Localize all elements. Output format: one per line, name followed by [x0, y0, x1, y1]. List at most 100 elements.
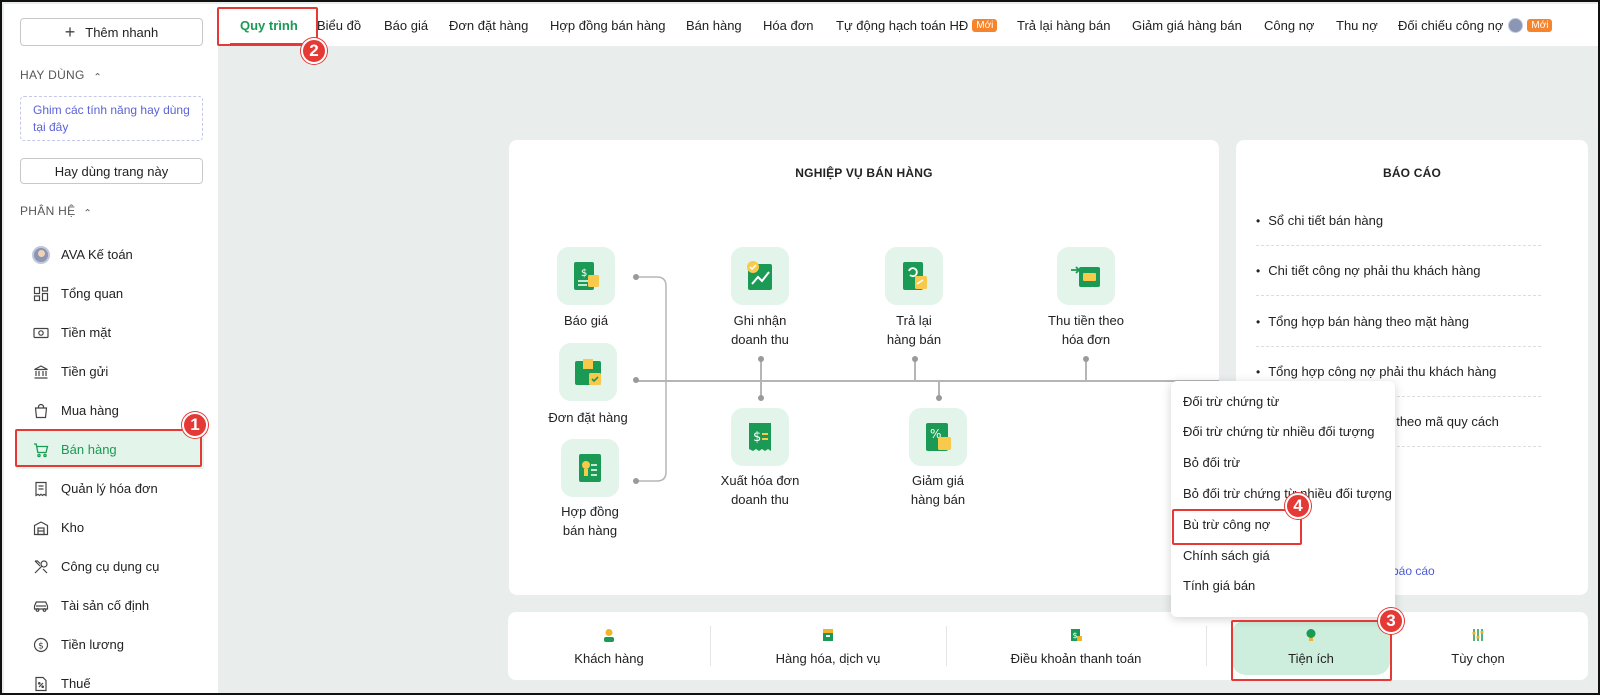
- quick-add-button[interactable]: + Thêm nhanh: [20, 18, 203, 46]
- bank-icon: [32, 363, 50, 381]
- chevron-up-icon: ⌄: [92, 69, 102, 81]
- node-text: Ghi nhận: [733, 313, 787, 328]
- tab-returns[interactable]: Trả lại hàng bán: [1017, 4, 1110, 46]
- tab-label: Báo giá: [384, 17, 429, 33]
- report-link[interactable]: Tổng hợp bán hàng theo mặt hàng: [1256, 297, 1541, 347]
- shopping-bag-icon: [32, 402, 50, 420]
- sidebar-item-ava[interactable]: AVA Kế toán: [16, 235, 204, 274]
- sidebar-item-fixed-assets[interactable]: Tài sản cố định: [16, 586, 204, 625]
- report-link[interactable]: Chi tiết công nợ phải thu khách hàng: [1256, 246, 1541, 296]
- tab-bar: Quy trình Biểu đồ Báo giá Đơn đặt hàng H…: [218, 4, 1598, 46]
- quote-node-label[interactable]: Báo giá: [531, 311, 641, 330]
- tab-label: Hợp đồng bán hàng: [550, 17, 666, 33]
- bottom-label: Điều khoản thanh toán: [1010, 650, 1142, 666]
- tab-orders[interactable]: Đơn đặt hàng: [449, 4, 528, 46]
- flow-tick: [1085, 360, 1087, 380]
- node-text: Trả lại: [896, 313, 932, 328]
- sidebar-item-label: Thuế: [61, 676, 91, 691]
- tab-label: Đối chiếu công nợ: [1398, 17, 1504, 33]
- new-badge: Mới: [972, 18, 998, 32]
- frequent-page-button[interactable]: Hay dùng trang này: [20, 158, 203, 184]
- tools-icon: [32, 558, 50, 576]
- report-label: Sổ chi tiết bán hàng: [1268, 213, 1384, 228]
- flow-tick: [760, 360, 762, 380]
- goods-services-button[interactable]: Hàng hóa, dịch vụ: [710, 612, 946, 680]
- tab-debt-reconciliation[interactable]: Đối chiếu công nợ Mới: [1398, 4, 1553, 46]
- revenue-recognition-icon[interactable]: [731, 247, 789, 305]
- issue-invoice-icon[interactable]: $: [731, 408, 789, 466]
- sidebar-item-warehouse[interactable]: Kho: [16, 508, 204, 547]
- svg-text:$: $: [1073, 631, 1078, 640]
- payment-terms-button[interactable]: $ Điều khoản thanh toán: [946, 612, 1206, 680]
- sidebar-item-label: Tiền lương: [61, 637, 124, 652]
- connector-dot: [758, 356, 764, 362]
- connector-dot: [912, 356, 918, 362]
- connector-dot: [1083, 356, 1089, 362]
- menu-item-cancel-offset[interactable]: Bỏ đối trừ: [1183, 455, 1240, 470]
- invoice-payment-label[interactable]: Thu tiền theo hóa đơn: [1031, 311, 1141, 349]
- modules-section-header[interactable]: PHÂN HỆ ⌄: [20, 204, 92, 218]
- avatar-icon: [32, 245, 50, 264]
- process-title: NGHIỆP VỤ BÁN HÀNG: [795, 166, 933, 180]
- tab-label: Hóa đơn: [763, 17, 814, 33]
- contract-node-label[interactable]: Hợp đồng bán hàng: [535, 502, 645, 540]
- sales-return-icon[interactable]: [885, 247, 943, 305]
- sales-discount-label[interactable]: Giảm giá hàng bán: [883, 471, 993, 509]
- connector-dot: [936, 395, 942, 401]
- frequent-title: HAY DÙNG: [20, 68, 85, 82]
- sales-discount-icon[interactable]: %: [909, 408, 967, 466]
- report-label: Tổng hợp bán hàng theo mặt hàng: [1268, 314, 1469, 329]
- sidebar-item-overview[interactable]: Tổng quan: [16, 274, 204, 313]
- revenue-recognition-label[interactable]: Ghi nhận doanh thu: [705, 311, 815, 349]
- menu-item-price-calc[interactable]: Tính giá bán: [1183, 578, 1255, 593]
- report-label: Tổng hợp công nợ phải thu khách hàng: [1268, 364, 1497, 379]
- quote-process-icon[interactable]: $: [557, 247, 615, 305]
- pin-hint-box: Ghim các tính năng hay dùng tại đây: [20, 96, 203, 141]
- tab-charts[interactable]: Biểu đồ: [317, 4, 361, 46]
- modules-title: PHÂN HỆ: [20, 204, 76, 218]
- sidebar-item-invoices[interactable]: Quản lý hóa đơn: [16, 469, 204, 508]
- bottom-label: Khách hàng: [574, 650, 644, 666]
- menu-item-offset-vouchers[interactable]: Đối trừ chứng từ: [1183, 394, 1279, 409]
- issue-invoice-label[interactable]: Xuất hóa đơn doanh thu: [705, 471, 815, 509]
- sidebar-item-purchase[interactable]: Mua hàng: [16, 391, 204, 430]
- menu-item-offset-vouchers-multi[interactable]: Đối trừ chứng từ nhiều đối tượng: [1183, 424, 1374, 439]
- node-text: Giảm giá: [911, 473, 965, 488]
- new-badge: Mới: [1527, 18, 1553, 32]
- invoice-payment-icon[interactable]: [1057, 247, 1115, 305]
- tab-contracts[interactable]: Hợp đồng bán hàng: [550, 4, 666, 46]
- report-link[interactable]: Sổ chi tiết bán hàng: [1256, 196, 1541, 246]
- bottom-toolbar: Khách hàng Hàng hóa, dịch vụ $ Điều khoả…: [508, 612, 1588, 680]
- sales-order-node-label[interactable]: Đơn đặt hàng: [533, 408, 643, 427]
- tab-discounts[interactable]: Giảm giá hàng bán: [1132, 4, 1242, 46]
- payment-terms-icon: $: [1068, 627, 1084, 643]
- highlight-process-tab: [217, 7, 318, 46]
- contract-process-icon[interactable]: [561, 439, 619, 497]
- tab-auto-accounting[interactable]: Tự động hạch toán HĐ Mới: [836, 4, 998, 46]
- sales-return-label[interactable]: Trả lại hàng bán: [859, 311, 969, 349]
- tab-quotes[interactable]: Báo giá: [384, 4, 428, 46]
- step-marker-4: 4: [1285, 493, 1311, 519]
- sidebar: + Thêm nhanh HAY DÙNG ⌄ Ghim các tính nă…: [4, 4, 218, 693]
- sales-order-process-icon[interactable]: [559, 343, 617, 401]
- branch-connector: [633, 274, 667, 484]
- step-marker-3: 3: [1378, 608, 1404, 634]
- highlight-debt-netting: [1172, 509, 1302, 545]
- tab-debts[interactable]: Công nợ: [1264, 4, 1314, 46]
- main-flow-line: [636, 380, 1219, 382]
- sidebar-item-tax[interactable]: Thuế: [16, 664, 204, 693]
- frequent-section-header[interactable]: HAY DÙNG ⌄: [20, 68, 101, 82]
- tab-sales[interactable]: Bán hàng: [686, 4, 742, 46]
- tab-invoice[interactable]: Hóa đơn: [763, 4, 813, 46]
- utilities-dropdown-menu: Đối trừ chứng từ Đối trừ chứng từ nhiều …: [1171, 381, 1395, 617]
- sidebar-item-cash[interactable]: Tiền mặt: [16, 313, 204, 352]
- menu-item-price-policy[interactable]: Chính sách giá: [1183, 548, 1270, 563]
- sidebar-item-tools[interactable]: Công cụ dụng cụ: [16, 547, 204, 586]
- plus-icon: +: [64, 22, 76, 42]
- sidebar-item-salary[interactable]: $ Tiền lương: [16, 625, 204, 664]
- customers-button[interactable]: Khách hàng: [508, 612, 710, 680]
- node-text: Hợp đồng: [561, 504, 619, 519]
- sidebar-item-deposit[interactable]: Tiền gửi: [16, 352, 204, 391]
- tab-debt-collection[interactable]: Thu nợ: [1336, 4, 1378, 46]
- customer-icon: [601, 627, 617, 643]
